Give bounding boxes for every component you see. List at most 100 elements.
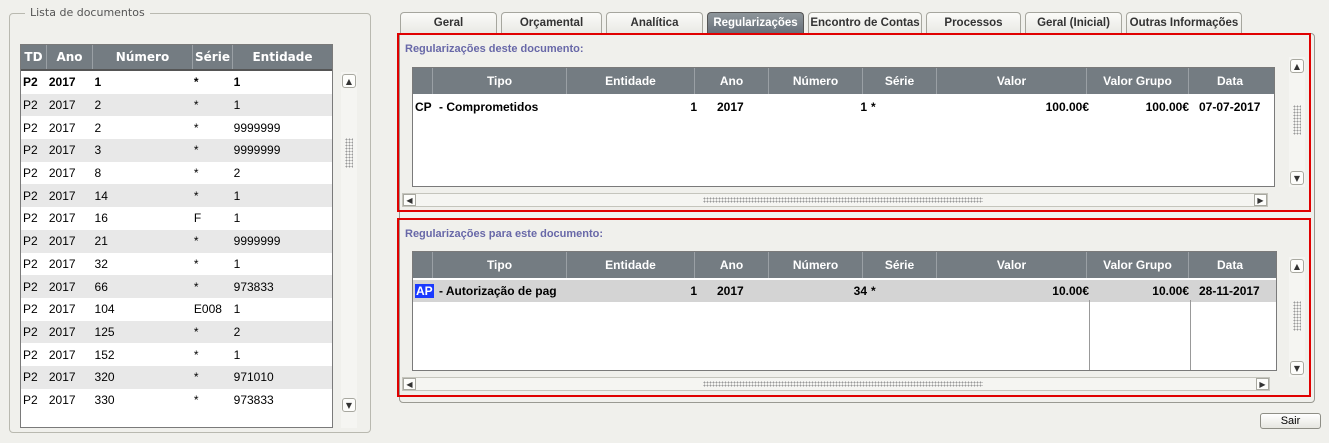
list-item[interactable]: P2 2017 152 * 1 <box>21 343 332 366</box>
row-ano: 2017 <box>48 75 76 90</box>
scroll-left-icon[interactable]: ◀ <box>403 194 416 206</box>
row-tipo: - Comprometidos <box>439 100 539 114</box>
list-item[interactable]: P2 2017 3 * 9999999 <box>21 139 332 162</box>
document-list-table: TD Ano Número Série Entidade P2 2017 1 * 1 P2… <box>20 44 333 428</box>
row-numero: 104 <box>94 302 115 317</box>
row-numero: 2 <box>94 120 102 135</box>
list-item[interactable]: P2 2017 320 * 971010 <box>21 365 332 389</box>
scroll-grip[interactable] <box>703 197 983 203</box>
table-row[interactable]: AP - Autorização de pag 1 2017 34 * 10.0… <box>413 280 1276 302</box>
col-header-numero[interactable]: Número <box>769 68 863 94</box>
col-header-numero[interactable]: Número <box>769 252 863 278</box>
col-header-ano[interactable]: Ano <box>47 45 93 69</box>
row-ano: 2017 <box>48 188 76 203</box>
tab-encontro-de-contas[interactable]: Encontro de Contas <box>808 12 922 33</box>
scroll-left-icon[interactable]: ◀ <box>403 378 416 390</box>
list-item[interactable]: P2 2017 125 * 2 <box>21 320 332 344</box>
row-valor-grupo: 10.00€ <box>1152 284 1189 298</box>
row-entidade: 973833 <box>233 279 274 294</box>
col-header-serie[interactable]: Série <box>863 68 937 94</box>
row-numero: 320 <box>94 370 115 385</box>
row-entidade: 1 <box>233 75 241 90</box>
col-header-tipo[interactable]: Tipo <box>433 68 567 94</box>
col-header-data[interactable]: Data <box>1189 68 1271 94</box>
sair-button[interactable]: Sair <box>1260 413 1321 429</box>
col-header-valor-grupo[interactable]: Valor Grupo <box>1087 68 1189 94</box>
scroll-right-icon[interactable]: ▶ <box>1256 378 1269 390</box>
row-entidade: 1 <box>690 284 697 298</box>
document-list-header: TD Ano Número Série Entidade <box>21 45 332 71</box>
list-item[interactable]: P2 2017 14 * 1 <box>21 184 332 208</box>
list-item[interactable]: P2 2017 32 * 1 <box>21 253 332 276</box>
table-row[interactable]: CP - Comprometidos 1 2017 1 * 100.00€ 10… <box>413 96 1274 118</box>
col-header-valor[interactable]: Valor <box>937 252 1087 278</box>
scroll-grip[interactable] <box>1293 105 1301 135</box>
scroll-grip[interactable] <box>345 138 353 168</box>
list-item[interactable]: P2 2017 2 * 9999999 <box>21 116 332 139</box>
list-item[interactable]: P2 2017 104 E008 1 <box>21 298 332 321</box>
col-header-data[interactable]: Data <box>1189 252 1271 278</box>
tab-outras-informacoes[interactable]: Outras Informações <box>1126 12 1242 33</box>
scroll-down-icon[interactable]: ▼ <box>342 398 356 412</box>
col-header-entidade[interactable]: Entidade <box>567 252 695 278</box>
col-header-serie[interactable]: Série <box>863 252 937 278</box>
row-numero: 125 <box>94 324 115 339</box>
document-list-group: Lista de documentos TD Ano Número Série … <box>9 6 371 433</box>
list-item[interactable]: P2 2017 66 * 973833 <box>21 275 332 298</box>
col-header-entidade[interactable]: Entidade <box>233 45 332 69</box>
row-entidade: 1 <box>233 211 241 226</box>
regularizacoes-deste-vscroll[interactable]: ▲ ▼ <box>1289 57 1305 187</box>
row-valor: 100.00€ <box>1045 100 1089 114</box>
list-item[interactable]: P2 2017 8 * 2 <box>21 162 332 185</box>
row-serie: * <box>193 234 199 249</box>
list-item[interactable]: P2 2017 1 * 1 <box>21 71 332 94</box>
scroll-grip[interactable] <box>1293 301 1301 331</box>
regularizacoes-para-vscroll[interactable]: ▲ ▼ <box>1289 257 1305 377</box>
col-header-td[interactable]: TD <box>21 45 47 69</box>
document-list-scrollbar[interactable]: ▲ ▼ <box>341 72 357 428</box>
row-numero: 330 <box>94 392 115 407</box>
row-numero: 1 <box>94 75 102 90</box>
tab-analitica[interactable]: Analítica <box>606 12 703 33</box>
list-item[interactable]: P2 2017 2 * 1 <box>21 93 332 117</box>
document-list-body: P2 2017 1 * 1 P2 2017 2 * 1 P2 2017 2 * 9999999 P2 2017 3… <box>21 71 332 411</box>
tab-geral[interactable]: Geral <box>400 12 497 33</box>
row-numero: 14 <box>94 188 108 203</box>
tab-orcamental[interactable]: Orçamental <box>501 12 602 33</box>
col-header-serie[interactable]: Série <box>193 45 233 69</box>
scroll-up-icon[interactable]: ▲ <box>1290 259 1304 273</box>
col-header-select[interactable] <box>413 68 433 94</box>
col-header-tipo[interactable]: Tipo <box>433 252 567 278</box>
row-valor: 10.00€ <box>1052 284 1089 298</box>
list-item[interactable]: P2 2017 16 F 1 <box>21 207 332 230</box>
row-code-selection: AP <box>415 284 434 298</box>
tab-processos[interactable]: Processos <box>926 12 1021 33</box>
col-header-select[interactable] <box>413 252 433 278</box>
scroll-down-icon[interactable]: ▼ <box>1290 171 1304 185</box>
row-entidade: 9999999 <box>233 120 281 135</box>
row-serie: * <box>193 166 199 181</box>
row-entidade: 2 <box>233 166 241 181</box>
list-item[interactable]: P2 2017 21 * 9999999 <box>21 229 332 253</box>
tab-geral-inicial[interactable]: Geral (Inicial) <box>1025 12 1122 33</box>
scroll-down-icon[interactable]: ▼ <box>1290 361 1304 375</box>
scroll-up-icon[interactable]: ▲ <box>1290 59 1304 73</box>
grid-header: Tipo Entidade Ano Número Série Valor Val… <box>413 68 1274 94</box>
grid-header: Tipo Entidade Ano Número Série Valor Val… <box>413 252 1276 278</box>
col-header-numero[interactable]: Número <box>93 45 193 69</box>
regularizacoes-deste-hscroll[interactable]: ◀ ▶ <box>402 193 1268 207</box>
col-header-ano[interactable]: Ano <box>695 68 769 94</box>
tab-regularizacoes[interactable]: Regularizações <box>707 12 804 33</box>
col-header-valor[interactable]: Valor <box>937 68 1087 94</box>
col-header-entidade[interactable]: Entidade <box>567 68 695 94</box>
col-header-ano[interactable]: Ano <box>695 252 769 278</box>
row-entidade: 1 <box>233 347 241 362</box>
regularizacoes-para-hscroll[interactable]: ◀ ▶ <box>402 377 1270 391</box>
scroll-grip[interactable] <box>703 381 983 387</box>
col-header-valor-grupo[interactable]: Valor Grupo <box>1087 252 1189 278</box>
regularizacoes-para-section: Regularizações para este documento: Tipo… <box>397 218 1311 397</box>
scroll-right-icon[interactable]: ▶ <box>1254 194 1267 206</box>
row-numero: 2 <box>94 98 102 113</box>
scroll-up-icon[interactable]: ▲ <box>342 74 356 88</box>
list-item[interactable]: P2 2017 330 * 973833 <box>21 389 332 412</box>
